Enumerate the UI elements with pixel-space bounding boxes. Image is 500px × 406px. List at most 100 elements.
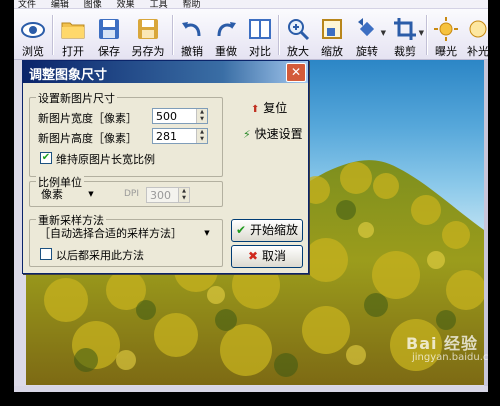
quick-set-link[interactable]: ⚡ 快速设置 [243, 125, 303, 142]
menu-effect[interactable]: 效果 [117, 0, 135, 8]
menu-edit[interactable]: 编辑 [51, 0, 69, 8]
save-label: 保存 [98, 45, 120, 58]
keep-ratio-checkbox[interactable]: ✔ [40, 152, 52, 164]
dialog-title: 调整图象尺寸 [29, 68, 108, 83]
rotate-dropdown-icon[interactable]: ▼ [381, 29, 386, 37]
baidu-watermark: Bai 经验 [406, 334, 479, 353]
resize-dialog: 调整图象尺寸 ✕ 设置新图片尺寸 新图片宽度［像素］ 500 ▲ ▼ 新图片高度［… [22, 60, 309, 274]
compare-button[interactable]: 对比 [244, 9, 276, 59]
toolbar: 浏览 打开 保存 另存为 撤销 重做 对比 放大 缩放 旋转 ▼ 裁剪 ▼ 曝光… [14, 9, 488, 60]
resample-value: ［自动选择合适的采样方法］ [39, 227, 182, 240]
eye-icon [21, 22, 45, 38]
compare-icon [249, 19, 271, 39]
reset-link[interactable]: ⬆ 复位 [251, 99, 287, 116]
quick-set-label: 快速设置 [254, 127, 303, 141]
resample-select[interactable]: ［自动选择合适的采样方法］ ▼ [36, 226, 214, 242]
unit-value: 像素 [41, 188, 63, 201]
compare-label: 对比 [249, 45, 271, 58]
app-window: 文件 编辑 图像 效果 工具 帮助 浏览 打开 保存 另存为 撤销 重做 对比 … [14, 0, 488, 392]
redo-icon [217, 22, 236, 37]
dpi-input[interactable]: 300 ▲ ▼ [146, 187, 190, 203]
crop-dropdown-icon[interactable]: ▼ [419, 29, 424, 37]
size-group-label: 设置新图片尺寸 [36, 90, 117, 106]
zoom-in-button[interactable]: 放大 [282, 9, 314, 59]
rotate-button[interactable]: 旋转 ▼ [350, 9, 386, 59]
open-button[interactable]: 打开 [56, 9, 90, 59]
redo-label: 重做 [215, 45, 237, 58]
unit-group: 比例单位 像素 ▼ DPI 300 ▲ ▼ [29, 174, 223, 207]
size-group: 设置新图片尺寸 新图片宽度［像素］ 500 ▲ ▼ 新图片高度［像素］ 281 ▲… [29, 90, 223, 177]
dpi-label: DPI [124, 189, 140, 199]
x-icon: ✖ [248, 249, 259, 263]
zoom-out-label: 缩放 [321, 45, 343, 58]
undo-button[interactable]: 撤销 [176, 9, 208, 59]
save-as-icon [138, 19, 158, 39]
menu-file[interactable]: 文件 [18, 0, 36, 8]
resize-icon [322, 19, 342, 39]
undo-icon [182, 22, 201, 37]
width-input[interactable]: 500 ▲ ▼ [152, 108, 208, 124]
open-label: 打开 [62, 45, 84, 58]
crop-icon [394, 18, 416, 40]
up-arrow-icon: ⬆ [251, 104, 260, 115]
watermark-url: jingyan.baidu.com [412, 352, 488, 363]
height-value: 281 [156, 130, 177, 143]
exposure-label: 曝光 [435, 45, 457, 58]
chevron-down-icon: ▼ [204, 229, 210, 237]
rotate-label: 旋转 [356, 45, 378, 58]
browse-label: 浏览 [22, 45, 44, 58]
cancel-label: 取消 [261, 249, 286, 263]
wand-icon: ⚡ [243, 128, 251, 141]
height-input[interactable]: 281 ▲ ▼ [152, 128, 208, 144]
vertical-scrollbar[interactable] [484, 60, 488, 392]
rotate-icon [358, 18, 375, 37]
save-button[interactable]: 保存 [92, 9, 126, 59]
horizontal-scrollbar[interactable] [14, 386, 488, 392]
keep-ratio-label: 维持原图片长宽比例 [56, 153, 155, 166]
sun-icon [434, 17, 458, 41]
fill-light-button[interactable]: 补光 [464, 9, 488, 59]
toolbar-divider [172, 15, 174, 55]
width-label: 新图片宽度［像素］ [38, 112, 137, 125]
height-spinner[interactable]: ▲ ▼ [196, 129, 207, 143]
undo-label: 撤销 [181, 45, 203, 58]
height-label: 新图片高度［像素］ [38, 132, 137, 145]
later-use-label: 以后都采用此方法 [56, 249, 144, 262]
browse-button[interactable]: 浏览 [16, 9, 50, 59]
dpi-spinner[interactable]: ▲ ▼ [178, 188, 189, 202]
start-resize-label: 开始缩放 [249, 223, 298, 237]
save-as-button[interactable]: 另存为 [128, 9, 168, 59]
unit-select[interactable]: 像素 ▼ [38, 187, 98, 203]
start-resize-button[interactable]: ✔ 开始缩放 [231, 219, 303, 242]
width-value: 500 [156, 110, 177, 123]
dpi-value: 300 [150, 189, 171, 202]
menu-bar: 文件 编辑 图像 效果 工具 帮助 [14, 0, 488, 9]
crop-button[interactable]: 裁剪 ▼ [388, 9, 424, 59]
zoom-in-label: 放大 [287, 45, 309, 58]
dialog-title-bar[interactable]: 调整图象尺寸 ✕ [23, 61, 308, 83]
toolbar-divider [52, 15, 54, 55]
floppy-disk-icon [99, 19, 119, 39]
redo-button[interactable]: 重做 [210, 9, 242, 59]
resample-group: 重新采样方法 ［自动选择合适的采样方法］ ▼ 以后都采用此方法 [29, 212, 223, 267]
close-button[interactable]: ✕ [286, 63, 306, 82]
toolbar-divider [278, 15, 280, 55]
zoom-out-button[interactable]: 缩放 [316, 9, 348, 59]
menu-help[interactable]: 帮助 [182, 0, 200, 8]
cancel-button[interactable]: ✖ 取消 [231, 245, 303, 268]
checkmark-icon: ✔ [236, 223, 247, 237]
chevron-down-icon: ▼ [88, 190, 94, 198]
menu-tools[interactable]: 工具 [150, 0, 168, 8]
menu-image[interactable]: 图像 [84, 0, 102, 8]
exposure-button[interactable]: 曝光 [430, 9, 462, 59]
reset-label: 复位 [263, 101, 288, 115]
fill-light-label: 补光 [467, 45, 488, 58]
later-use-checkbox[interactable] [40, 248, 52, 260]
folder-icon [61, 22, 85, 39]
save-as-label: 另存为 [131, 45, 165, 58]
toolbar-divider [426, 15, 428, 55]
magnifier-plus-icon [288, 19, 310, 41]
crop-label: 裁剪 [394, 45, 416, 58]
light-icon [469, 20, 487, 38]
width-spinner[interactable]: ▲ ▼ [196, 109, 207, 123]
